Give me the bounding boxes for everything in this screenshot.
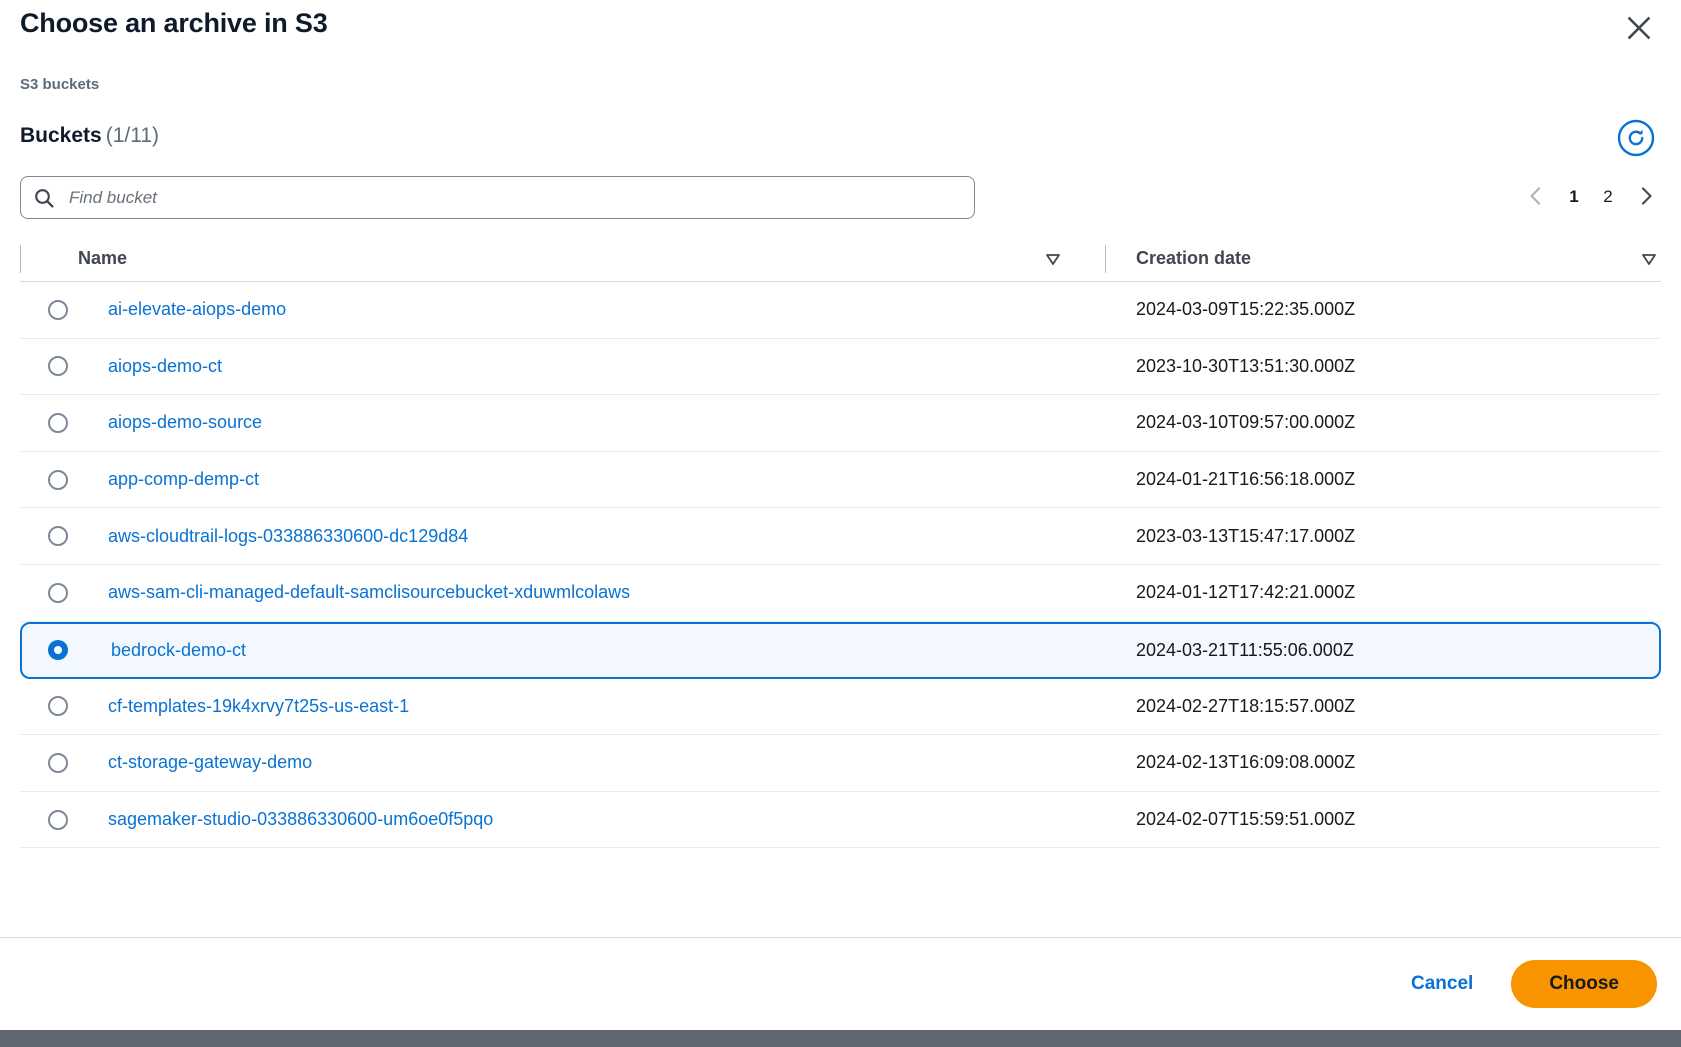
bucket-radio-button[interactable] <box>48 810 68 830</box>
bucket-radio-button[interactable] <box>48 413 68 433</box>
buckets-heading: Buckets(1/11) <box>20 124 159 148</box>
table-row[interactable]: app-comp-demp-ct2024-01-21T16:56:18.000Z <box>20 452 1661 509</box>
column-header-name-label: Name <box>78 248 127 269</box>
bucket-creation-date: 2023-03-13T15:47:17.000Z <box>1105 526 1661 547</box>
bucket-creation-date: 2024-02-07T15:59:51.000Z <box>1105 809 1661 830</box>
modal-header: Choose an archive in S3 <box>0 0 1681 56</box>
bucket-creation-date: 2024-02-27T18:15:57.000Z <box>1105 696 1661 717</box>
column-divider <box>20 245 21 273</box>
bucket-radio-button[interactable] <box>48 526 68 546</box>
row-radio-cell <box>20 583 78 603</box>
pagination-page-1[interactable]: 1 <box>1559 178 1589 216</box>
bucket-radio-button[interactable] <box>48 640 68 660</box>
bucket-creation-date: 2024-02-13T16:09:08.000Z <box>1105 752 1661 773</box>
bucket-creation-date: 2024-03-10T09:57:00.000Z <box>1105 412 1661 433</box>
bucket-name-link[interactable]: aws-sam-cli-managed-default-samclisource… <box>78 582 1105 603</box>
bucket-radio-button[interactable] <box>48 470 68 490</box>
close-button[interactable] <box>1619 8 1659 48</box>
row-radio-cell <box>20 356 78 376</box>
bucket-creation-date: 2024-03-21T11:55:06.000Z <box>1106 640 1659 661</box>
row-radio-cell <box>20 696 78 716</box>
bucket-creation-date: 2024-01-12T17:42:21.000Z <box>1105 582 1661 603</box>
close-icon <box>1625 14 1653 42</box>
section-label: S3 buckets <box>20 76 99 93</box>
search-input[interactable] <box>67 187 962 209</box>
bucket-name-link[interactable]: sagemaker-studio-033886330600-um6oe0f5pq… <box>78 809 1105 830</box>
sort-descending-icon-name[interactable] <box>1044 250 1062 268</box>
bottom-strip <box>0 1030 1681 1047</box>
bucket-name-link[interactable]: aiops-demo-source <box>78 412 1105 433</box>
table-row[interactable]: ai-elevate-aiops-demo2024-03-09T15:22:35… <box>20 282 1661 339</box>
search-box[interactable] <box>20 176 975 219</box>
bucket-radio-button[interactable] <box>48 356 68 376</box>
pagination: 1 2 <box>1517 178 1665 216</box>
refresh-button[interactable] <box>1615 118 1657 160</box>
bucket-radio-button[interactable] <box>48 300 68 320</box>
column-divider <box>1105 245 1106 273</box>
column-header-name[interactable]: Name <box>20 236 1105 282</box>
bucket-name-link[interactable]: ai-elevate-aiops-demo <box>78 299 1105 320</box>
table-row[interactable]: ct-storage-gateway-demo2024-02-13T16:09:… <box>20 735 1661 792</box>
column-header-creation-date-label: Creation date <box>1136 248 1251 269</box>
table-row[interactable]: bedrock-demo-ct2024-03-21T11:55:06.000Z <box>20 622 1661 679</box>
buckets-count: (1/11) <box>102 124 159 147</box>
pagination-page-2[interactable]: 2 <box>1593 178 1623 216</box>
row-radio-cell <box>20 413 78 433</box>
buckets-table: Name Creation date ai-elevate-aiops-demo… <box>20 236 1661 848</box>
table-row[interactable]: sagemaker-studio-033886330600-um6oe0f5pq… <box>20 792 1661 849</box>
search-icon <box>33 187 55 209</box>
pagination-previous-button[interactable] <box>1517 178 1555 216</box>
table-row[interactable]: cf-templates-19k4xrvy7t25s-us-east-12024… <box>20 679 1661 736</box>
bucket-radio-button[interactable] <box>48 583 68 603</box>
chevron-right-icon <box>1635 185 1657 210</box>
bucket-name-link[interactable]: aiops-demo-ct <box>78 356 1105 377</box>
table-row[interactable]: aiops-demo-source2024-03-10T09:57:00.000… <box>20 395 1661 452</box>
cancel-button[interactable]: Cancel <box>1397 963 1487 1005</box>
bucket-name-link[interactable]: app-comp-demp-ct <box>78 469 1105 490</box>
bucket-radio-button[interactable] <box>48 753 68 773</box>
bucket-name-link[interactable]: bedrock-demo-ct <box>80 640 1106 661</box>
column-header-creation-date[interactable]: Creation date <box>1105 236 1661 282</box>
row-radio-cell <box>22 640 80 660</box>
row-radio-cell <box>20 753 78 773</box>
bucket-radio-button[interactable] <box>48 696 68 716</box>
page-title: Choose an archive in S3 <box>20 8 328 39</box>
table-body: ai-elevate-aiops-demo2024-03-09T15:22:35… <box>20 282 1661 848</box>
sort-descending-icon-date[interactable] <box>1640 250 1658 268</box>
row-radio-cell <box>20 526 78 546</box>
pagination-next-button[interactable] <box>1627 178 1665 216</box>
bucket-creation-date: 2024-01-21T16:56:18.000Z <box>1105 469 1661 490</box>
row-radio-cell <box>20 470 78 490</box>
bucket-creation-date: 2023-10-30T13:51:30.000Z <box>1105 356 1661 377</box>
table-header-row: Name Creation date <box>20 236 1661 282</box>
bucket-name-link[interactable]: ct-storage-gateway-demo <box>78 752 1105 773</box>
table-row[interactable]: aws-sam-cli-managed-default-samclisource… <box>20 565 1661 622</box>
buckets-title: Buckets <box>20 124 102 147</box>
bucket-name-link[interactable]: aws-cloudtrail-logs-033886330600-dc129d8… <box>78 526 1105 547</box>
table-row[interactable]: aiops-demo-ct2023-10-30T13:51:30.000Z <box>20 339 1661 396</box>
row-radio-cell <box>20 810 78 830</box>
modal-footer: Cancel Choose <box>0 937 1681 1030</box>
bucket-creation-date: 2024-03-09T15:22:35.000Z <box>1105 299 1661 320</box>
chevron-left-icon <box>1525 185 1547 210</box>
choose-archive-modal: Choose an archive in S3 S3 buckets Bucke… <box>0 0 1681 1047</box>
table-row[interactable]: aws-cloudtrail-logs-033886330600-dc129d8… <box>20 508 1661 565</box>
choose-button[interactable]: Choose <box>1511 960 1657 1008</box>
row-radio-cell <box>20 300 78 320</box>
bucket-name-link[interactable]: cf-templates-19k4xrvy7t25s-us-east-1 <box>78 696 1105 717</box>
refresh-icon <box>1616 118 1656 161</box>
